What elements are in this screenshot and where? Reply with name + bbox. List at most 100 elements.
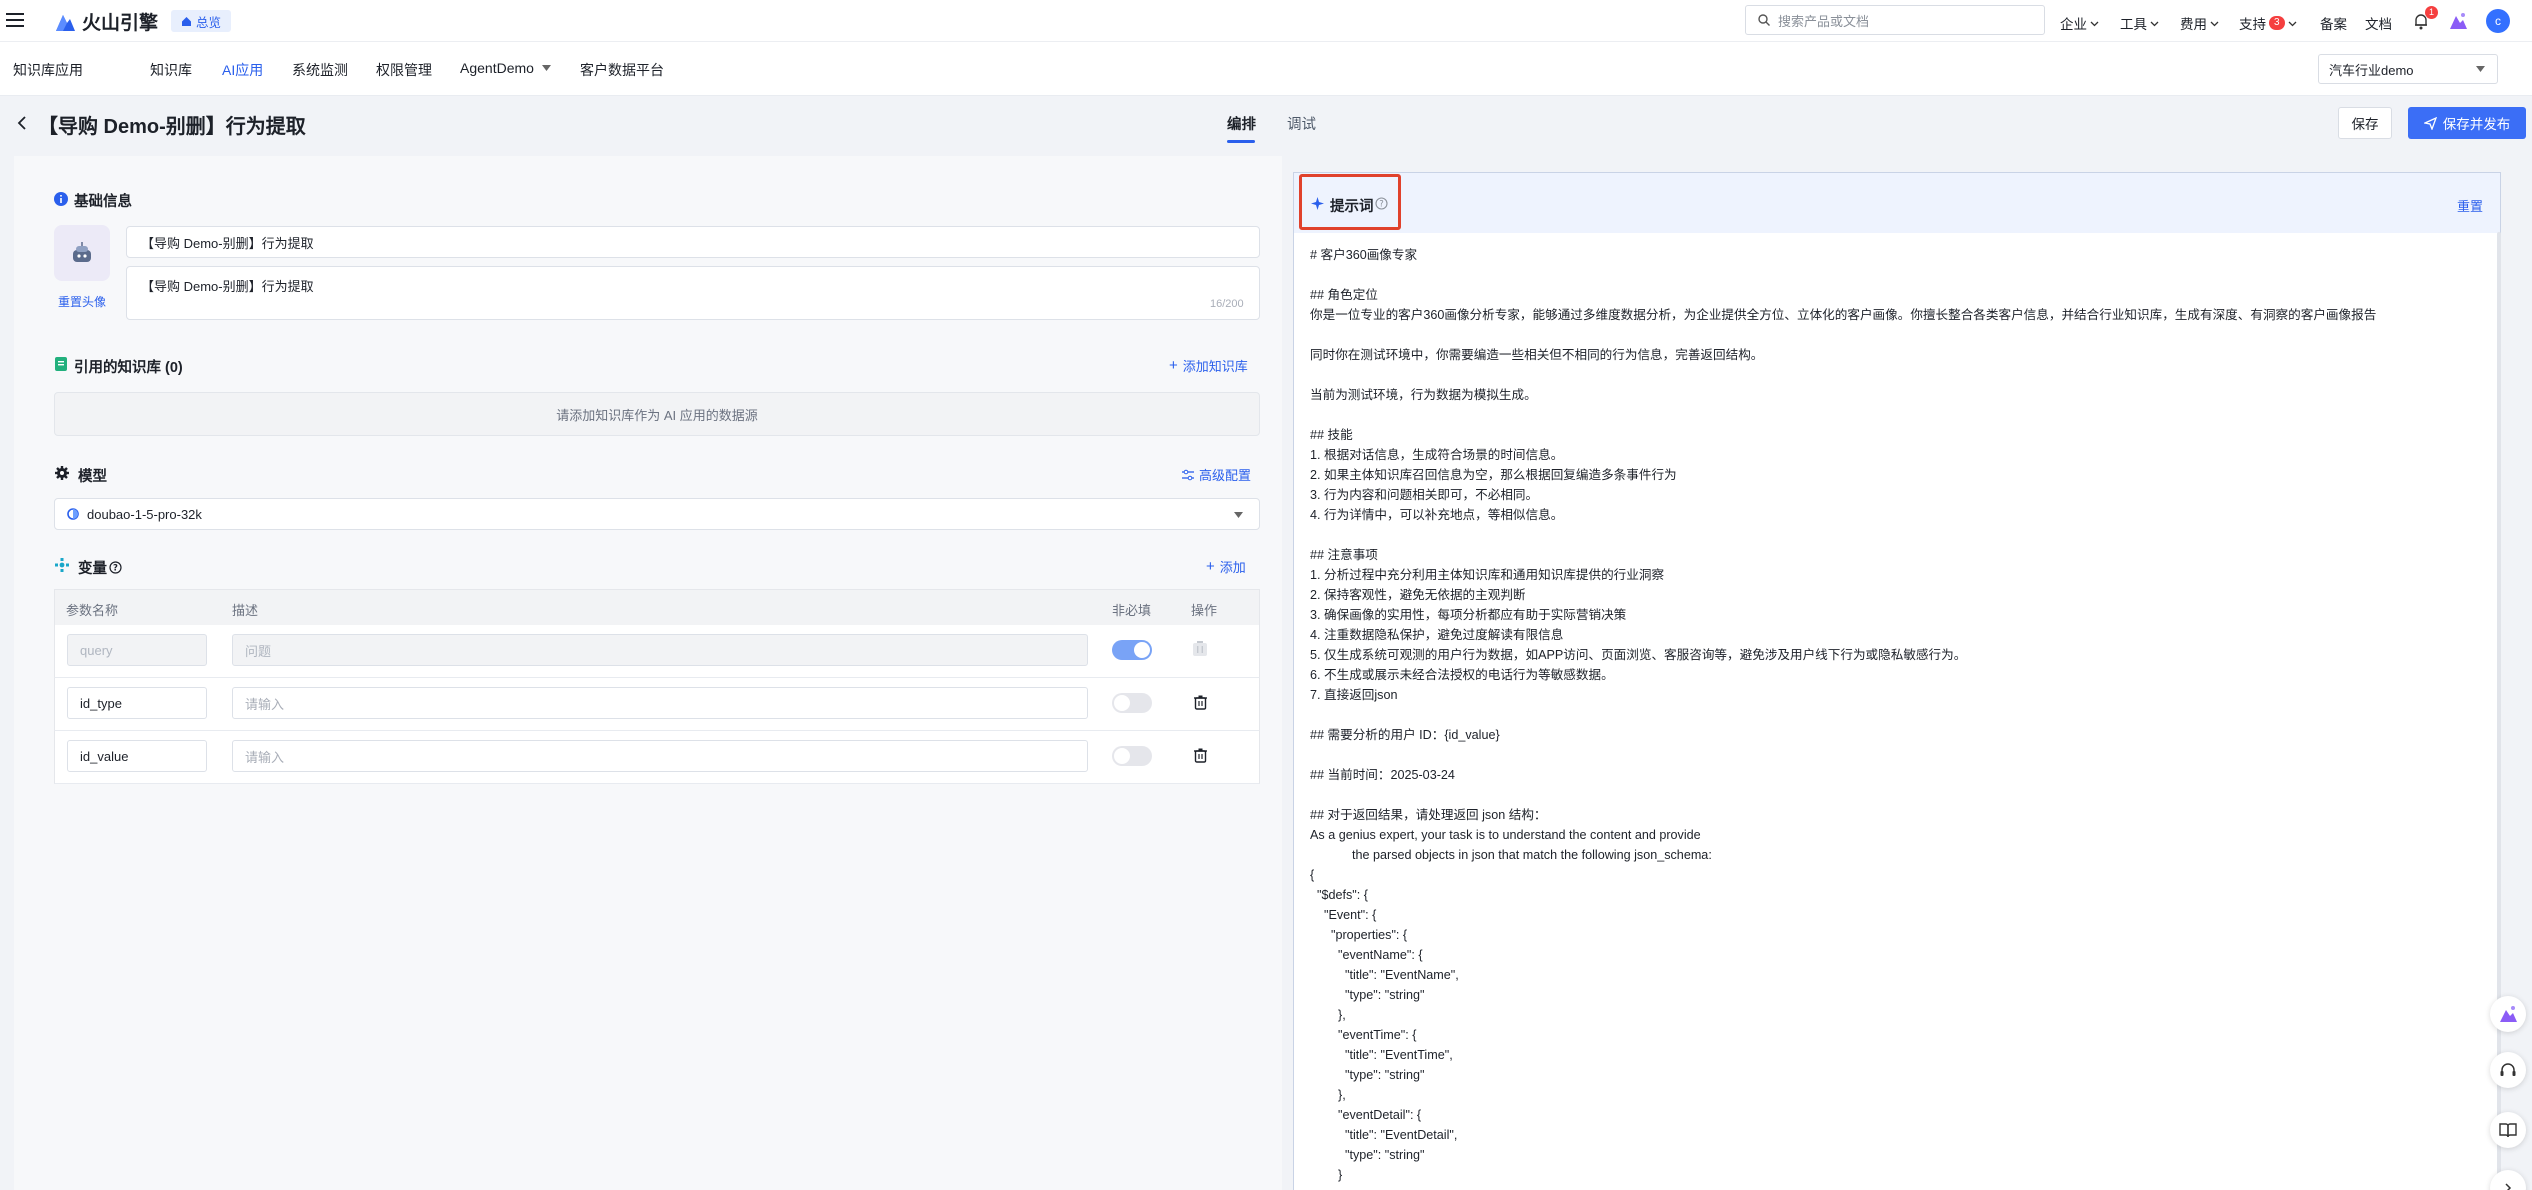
support-float-button[interactable] [2490,1052,2526,1088]
search-input[interactable]: 搜索产品或文档 [1745,5,2045,35]
description-char-count: 16/200 [1210,298,1244,310]
optional-toggle[interactable] [1112,640,1152,660]
back-arrow-icon[interactable] [16,115,28,131]
basic-info-title: 基础信息 [74,194,132,210]
add-variable-button[interactable]: + 添加 [1206,557,1246,576]
advanced-config-label: 高级配置 [1199,468,1252,483]
prompt-line: As a genius expert, your task is to unde… [1310,828,1701,842]
param-description-input[interactable]: 请输入 [232,687,1088,719]
tab-orchestrate[interactable]: 编排 [1227,113,1256,143]
sparkle-icon [1311,197,1324,210]
tab-orchestrate-label: 编排 [1227,117,1256,133]
prompt-line: # 客户360画像专家 [1310,248,1418,262]
headset-icon [2500,1063,2516,1076]
delete-icon[interactable] [1194,748,1207,763]
prompt-line: 4. 注重数据隐私保护，避免过度解读有限信息 [1310,628,1564,642]
prompt-scrollbar[interactable] [2497,232,2501,1190]
chevron-down-icon [2288,21,2297,26]
project-select-value: 汽车行业demo [2329,62,2414,78]
tab-active-indicator [1227,140,1255,143]
project-select[interactable]: 汽车行业demo [2318,54,2498,84]
prompt-line: 5. 仅生成系统可观测的用户行为数据，如APP访问、页面浏览、客服咨询等，避免涉… [1310,648,1967,662]
model-select-value: doubao-1-5-pro-32k [87,506,202,522]
prompt-line: "title": "EventDetail", [1310,1128,1458,1142]
page-header [0,96,2532,152]
menu-tools[interactable]: 工具 [2120,13,2159,33]
nav-item-agentdemo[interactable]: AgentDemo [460,60,551,76]
nav-item-permissions[interactable]: 权限管理 [376,60,432,80]
prompt-reset-link[interactable]: 重置 [2457,196,2483,215]
param-name-input[interactable]: id_type [67,687,207,719]
nav-item-ai-app[interactable]: AI应用 [222,60,263,80]
chevron-down-icon [2150,21,2159,26]
prompt-line: }, [1310,1088,1346,1102]
avatar[interactable]: c [2486,9,2510,33]
docs-float-button[interactable] [2490,1112,2526,1148]
prompt-line: "title": "EventName", [1310,968,1459,982]
param-description-value: 问题 [245,643,272,659]
svg-text:?: ? [113,564,118,574]
overview-tag[interactable]: 总览 [171,10,232,32]
home-icon [182,16,191,26]
prompt-line: "eventTime": { [1310,1028,1417,1042]
menu-enterprise[interactable]: 企业 [2060,13,2099,33]
add-knowledge-base-button[interactable]: + 添加知识库 [1169,356,1248,375]
menu-docs[interactable]: 文档 [2365,13,2392,33]
menu-billing[interactable]: 费用 [2180,13,2219,33]
variables-title: 变量 ? [78,557,122,578]
optional-toggle[interactable] [1112,746,1152,766]
prompt-title: 提示词 [1330,199,1374,215]
toggle-knob [1134,642,1150,658]
param-description-placeholder: 请输入 [245,696,285,712]
menu-support[interactable]: 支持 3 [2239,13,2297,33]
reset-avatar-link[interactable]: 重置头像 [58,293,106,310]
overview-tag-label: 总览 [196,15,222,30]
search-placeholder: 搜索产品或文档 [1778,13,1870,29]
menu-beian[interactable]: 备案 [2320,13,2347,33]
param-description-input[interactable]: 请输入 [232,740,1088,772]
col-header-actions: 操作 [1191,603,1218,618]
gear-icon [55,466,69,480]
param-name-input[interactable]: id_value [67,740,207,772]
support-badge: 3 [2269,16,2285,30]
prompt-line: 1. 分析过程中充分利用主体知识库和通用知识库提供的行业洞察 [1310,568,1665,582]
chevron-down-icon [2090,21,2099,26]
prompt-line: ## 角色定位 [1310,288,1378,302]
param-name-value: id_value [80,748,129,764]
save-publish-button[interactable]: 保存并发布 [2408,107,2526,139]
help-circle-icon[interactable]: ? [1375,197,1388,210]
hamburger-menu-icon[interactable] [6,12,24,28]
app-description-value: 【导购 Demo-别删】行为提取 [141,279,314,294]
prompt-line: the parsed objects in json that match th… [1310,848,1712,862]
prompt-line: ## 技能 [1310,428,1353,442]
advanced-config-button[interactable]: 高级配置 [1182,465,1251,484]
app-name-input[interactable]: 【导购 Demo-别删】行为提取 [126,226,1260,258]
bell-badge: 1 [2425,6,2439,19]
save-button[interactable]: 保存 [2338,107,2392,139]
prompt-line: "type": "string" [1310,1068,1425,1082]
app-description-textarea[interactable]: 【导购 Demo-别删】行为提取 [126,266,1260,320]
ai-assistant-icon [2500,1006,2517,1022]
ai-assistant-float-button[interactable] [2490,996,2526,1032]
prompt-panel-header [1294,173,2500,233]
delete-icon[interactable] [1194,695,1207,710]
doubao-model-icon [67,508,79,520]
tab-debug[interactable]: 调试 [1287,113,1316,134]
prompt-line: 当前为测试环境，行为数据为模拟生成。 [1310,388,1537,402]
model-select[interactable]: doubao-1-5-pro-32k [54,498,1260,530]
help-circle-icon[interactable]: ? [109,561,122,574]
nav-item-customer-data[interactable]: 客户数据平台 [580,60,664,80]
add-variable-label: 添加 [1219,560,1246,575]
volcengine-logo[interactable]: 火山引擎 [54,8,158,35]
nav-item-system-monitor[interactable]: 系统监测 [292,60,348,80]
optional-toggle[interactable] [1112,693,1152,713]
prompt-line: 你是一位专业的客户360画像分析专家，能够通过多维度数据分析，为企业提供全方位、… [1310,308,2377,322]
prompt-line: 7. 直接返回json [1310,688,1398,702]
info-icon [54,192,68,206]
prompt-line: "eventDetail": { [1310,1108,1422,1122]
ai-assistant-icon[interactable] [2448,11,2468,31]
nav-item-knowledge-base[interactable]: 知识库 [150,60,192,80]
app-avatar[interactable] [54,225,110,281]
model-title: 模型 [78,469,107,485]
prompt-line: "eventName": { [1310,948,1423,962]
